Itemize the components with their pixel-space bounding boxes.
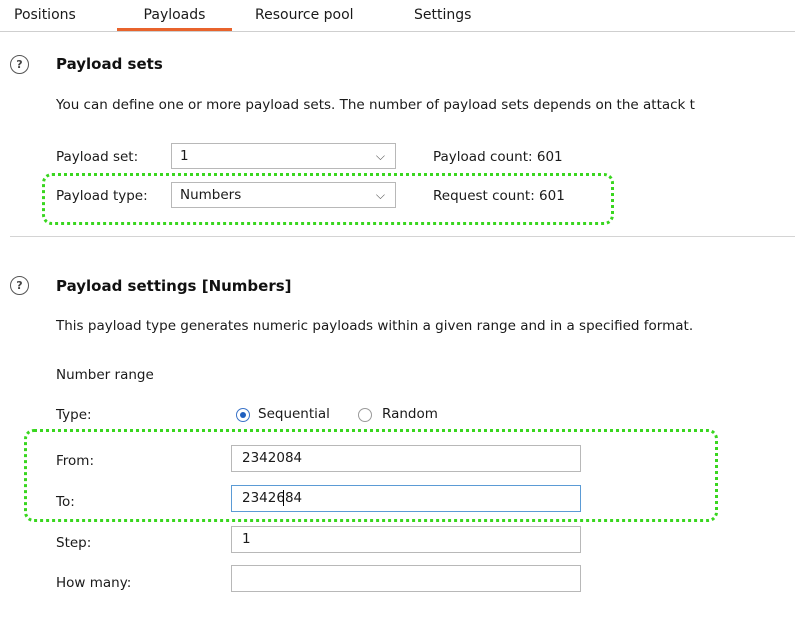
payload-type-label: Payload type:	[56, 188, 148, 204]
chevron-down-icon: ⌵	[375, 149, 385, 163]
tab-positions[interactable]: Positions	[14, 0, 76, 31]
text-caret	[283, 490, 284, 506]
help-icon[interactable]: ?	[10, 55, 29, 74]
chevron-down-icon: ⌵	[375, 188, 385, 202]
payload-sets-title: Payload sets	[56, 55, 163, 73]
payload-settings-title: Payload settings [Numbers]	[56, 277, 292, 295]
sequential-radio[interactable]	[236, 408, 250, 422]
number-range-label: Number range	[56, 367, 154, 383]
payload-settings-description: This payload type generates numeric payl…	[56, 318, 694, 334]
payload-type-select[interactable]: Numbers ⌵	[171, 182, 396, 208]
step-input[interactable]: 1	[231, 526, 581, 553]
to-label: To:	[56, 494, 75, 510]
step-label: Step:	[56, 535, 92, 551]
random-label[interactable]: Random	[382, 406, 438, 422]
type-label: Type:	[56, 407, 92, 423]
tab-payloads[interactable]: Payloads	[117, 0, 232, 31]
random-radio[interactable]	[358, 408, 372, 422]
from-input[interactable]: 2342084	[231, 445, 581, 472]
how-many-input[interactable]	[231, 565, 581, 592]
payload-set-label: Payload set:	[56, 149, 139, 165]
from-label: From:	[56, 453, 94, 469]
sequential-label[interactable]: Sequential	[258, 406, 330, 422]
tab-bar: Positions Payloads Resource pool Setting…	[0, 0, 795, 32]
payload-count: Payload count: 601	[433, 149, 563, 165]
payload-type-value: Numbers	[180, 187, 242, 203]
how-many-label: How many:	[56, 575, 132, 591]
section-divider	[10, 236, 795, 237]
payload-set-value: 1	[180, 148, 189, 164]
payload-set-select[interactable]: 1 ⌵	[171, 143, 396, 169]
tab-settings[interactable]: Settings	[414, 0, 471, 31]
tab-resource-pool[interactable]: Resource pool	[255, 0, 354, 31]
request-count: Request count: 601	[433, 188, 565, 204]
payload-sets-description: You can define one or more payload sets.…	[56, 97, 695, 113]
help-icon[interactable]: ?	[10, 276, 29, 295]
